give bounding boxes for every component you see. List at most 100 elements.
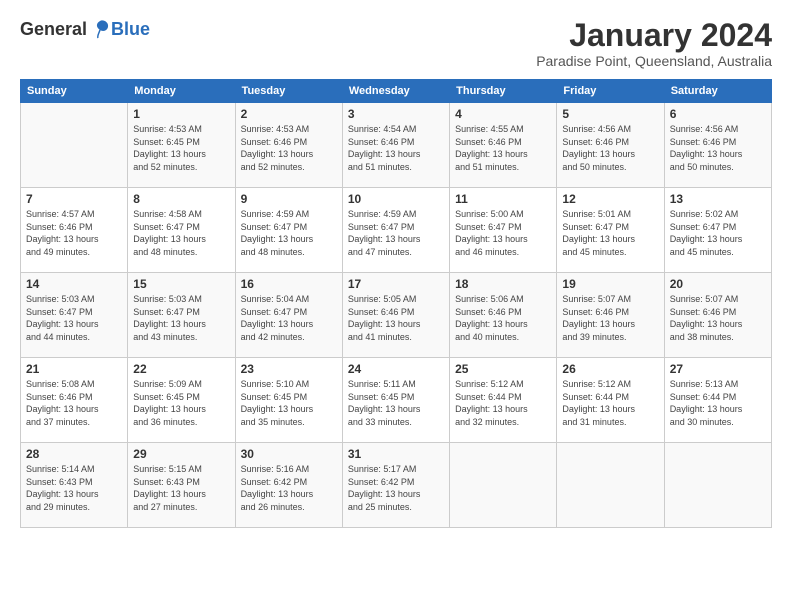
calendar-cell [557,443,664,528]
calendar-cell: 28 Sunrise: 5:14 AM Sunset: 6:43 PM Dayli… [21,443,128,528]
calendar-cell: 23 Sunrise: 5:10 AM Sunset: 6:45 PM Dayli… [235,358,342,443]
calendar-cell: 17 Sunrise: 5:05 AM Sunset: 6:46 PM Dayli… [342,273,449,358]
calendar-cell: 1Sunrise: 4:53 AM Sunset: 6:45 PM Daylig… [128,103,235,188]
day-info: Sunrise: 5:05 AM Sunset: 6:46 PM Dayligh… [348,293,444,343]
day-info: Sunrise: 5:11 AM Sunset: 6:45 PM Dayligh… [348,378,444,428]
calendar-cell: 12Sunrise: 5:01 AM Sunset: 6:47 PM Dayli… [557,188,664,273]
day-number: 1 [133,107,229,121]
logo-text: General Blue [20,18,150,40]
calendar-cell: 6Sunrise: 4:56 AM Sunset: 6:46 PM Daylig… [664,103,771,188]
day-number: 10 [348,192,444,206]
day-info: Sunrise: 4:56 AM Sunset: 6:46 PM Dayligh… [562,123,658,173]
day-info: Sunrise: 4:59 AM Sunset: 6:47 PM Dayligh… [348,208,444,258]
day-number: 22 [133,362,229,376]
day-number: 30 [241,447,337,461]
day-number: 15 [133,277,229,291]
day-info: Sunrise: 4:59 AM Sunset: 6:47 PM Dayligh… [241,208,337,258]
page: General Blue January 2024 Paradise Point… [0,0,792,612]
day-number: 8 [133,192,229,206]
day-number: 20 [670,277,766,291]
day-number: 23 [241,362,337,376]
day-number: 2 [241,107,337,121]
location-title: Paradise Point, Queensland, Australia [536,53,772,69]
day-info: Sunrise: 5:07 AM Sunset: 6:46 PM Dayligh… [562,293,658,343]
calendar-cell: 25Sunrise: 5:12 AM Sunset: 6:44 PM Dayli… [450,358,557,443]
week-row-4: 21 Sunrise: 5:08 AM Sunset: 6:46 PM Dayli… [21,358,772,443]
header: General Blue January 2024 Paradise Point… [20,18,772,69]
day-info: Sunrise: 5:17 AM Sunset: 6:42 PM Dayligh… [348,463,444,513]
day-info: Sunrise: 5:12 AM Sunset: 6:44 PM Dayligh… [562,378,658,428]
header-day-monday: Monday [128,80,235,103]
calendar-cell [450,443,557,528]
calendar-cell: 3 Sunrise: 4:54 AM Sunset: 6:46 PM Daylig… [342,103,449,188]
calendar-cell: 27 Sunrise: 5:13 AM Sunset: 6:44 PM Dayli… [664,358,771,443]
calendar-cell: 26Sunrise: 5:12 AM Sunset: 6:44 PM Dayli… [557,358,664,443]
logo-blue: Blue [111,19,150,40]
day-number: 27 [670,362,766,376]
day-number: 18 [455,277,551,291]
title-block: January 2024 Paradise Point, Queensland,… [536,18,772,69]
calendar-cell: 30 Sunrise: 5:16 AM Sunset: 6:42 PM Dayli… [235,443,342,528]
header-day-thursday: Thursday [450,80,557,103]
day-number: 9 [241,192,337,206]
calendar-cell: 21 Sunrise: 5:08 AM Sunset: 6:46 PM Dayli… [21,358,128,443]
calendar-cell: 10 Sunrise: 4:59 AM Sunset: 6:47 PM Dayli… [342,188,449,273]
day-number: 13 [670,192,766,206]
calendar-cell [664,443,771,528]
day-number: 5 [562,107,658,121]
day-info: Sunrise: 5:15 AM Sunset: 6:43 PM Dayligh… [133,463,229,513]
calendar: SundayMondayTuesdayWednesdayThursdayFrid… [20,79,772,528]
day-info: Sunrise: 5:08 AM Sunset: 6:46 PM Dayligh… [26,378,122,428]
day-number: 11 [455,192,551,206]
day-number: 17 [348,277,444,291]
day-number: 19 [562,277,658,291]
week-row-5: 28 Sunrise: 5:14 AM Sunset: 6:43 PM Dayli… [21,443,772,528]
day-number: 21 [26,362,122,376]
day-info: Sunrise: 4:58 AM Sunset: 6:47 PM Dayligh… [133,208,229,258]
week-row-1: 1Sunrise: 4:53 AM Sunset: 6:45 PM Daylig… [21,103,772,188]
calendar-cell: 19 Sunrise: 5:07 AM Sunset: 6:46 PM Dayli… [557,273,664,358]
header-day-sunday: Sunday [21,80,128,103]
calendar-body: 1Sunrise: 4:53 AM Sunset: 6:45 PM Daylig… [21,103,772,528]
logo-general: General [20,19,87,40]
header-day-wednesday: Wednesday [342,80,449,103]
day-info: Sunrise: 4:57 AM Sunset: 6:46 PM Dayligh… [26,208,122,258]
header-row: SundayMondayTuesdayWednesdayThursdayFrid… [21,80,772,103]
day-info: Sunrise: 5:10 AM Sunset: 6:45 PM Dayligh… [241,378,337,428]
calendar-cell: 20Sunrise: 5:07 AM Sunset: 6:46 PM Dayli… [664,273,771,358]
week-row-2: 7Sunrise: 4:57 AM Sunset: 6:46 PM Daylig… [21,188,772,273]
day-number: 14 [26,277,122,291]
day-info: Sunrise: 5:14 AM Sunset: 6:43 PM Dayligh… [26,463,122,513]
day-info: Sunrise: 4:53 AM Sunset: 6:46 PM Dayligh… [241,123,337,173]
calendar-cell: 11 Sunrise: 5:00 AM Sunset: 6:47 PM Dayli… [450,188,557,273]
day-number: 29 [133,447,229,461]
day-number: 31 [348,447,444,461]
day-number: 28 [26,447,122,461]
day-number: 16 [241,277,337,291]
calendar-cell: 4Sunrise: 4:55 AM Sunset: 6:46 PM Daylig… [450,103,557,188]
day-info: Sunrise: 5:13 AM Sunset: 6:44 PM Dayligh… [670,378,766,428]
calendar-cell [21,103,128,188]
day-number: 25 [455,362,551,376]
month-title: January 2024 [536,18,772,53]
calendar-cell: 8 Sunrise: 4:58 AM Sunset: 6:47 PM Daylig… [128,188,235,273]
day-number: 24 [348,362,444,376]
day-info: Sunrise: 5:04 AM Sunset: 6:47 PM Dayligh… [241,293,337,343]
day-info: Sunrise: 5:09 AM Sunset: 6:45 PM Dayligh… [133,378,229,428]
day-info: Sunrise: 5:01 AM Sunset: 6:47 PM Dayligh… [562,208,658,258]
calendar-cell: 24 Sunrise: 5:11 AM Sunset: 6:45 PM Dayli… [342,358,449,443]
header-day-tuesday: Tuesday [235,80,342,103]
day-info: Sunrise: 5:00 AM Sunset: 6:47 PM Dayligh… [455,208,551,258]
day-number: 3 [348,107,444,121]
day-info: Sunrise: 4:56 AM Sunset: 6:46 PM Dayligh… [670,123,766,173]
calendar-cell: 9 Sunrise: 4:59 AM Sunset: 6:47 PM Daylig… [235,188,342,273]
calendar-cell: 31 Sunrise: 5:17 AM Sunset: 6:42 PM Dayli… [342,443,449,528]
calendar-cell: 22 Sunrise: 5:09 AM Sunset: 6:45 PM Dayli… [128,358,235,443]
week-row-3: 14Sunrise: 5:03 AM Sunset: 6:47 PM Dayli… [21,273,772,358]
day-info: Sunrise: 5:16 AM Sunset: 6:42 PM Dayligh… [241,463,337,513]
header-day-friday: Friday [557,80,664,103]
day-info: Sunrise: 4:55 AM Sunset: 6:46 PM Dayligh… [455,123,551,173]
day-info: Sunrise: 4:54 AM Sunset: 6:46 PM Dayligh… [348,123,444,173]
logo-bird-icon [89,18,111,40]
day-info: Sunrise: 5:06 AM Sunset: 6:46 PM Dayligh… [455,293,551,343]
